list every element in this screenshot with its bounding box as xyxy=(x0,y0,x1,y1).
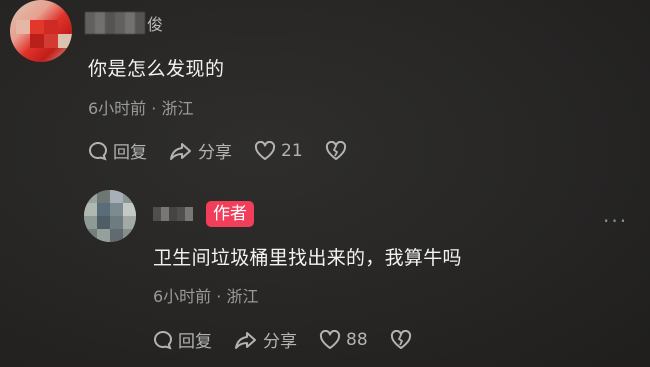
reply-actions: 回复 分享 88 xyxy=(153,327,439,352)
reply-time-location: 6小时前 · 浙江 xyxy=(153,287,259,306)
broken-heart-icon xyxy=(390,329,411,349)
like-count: 88 xyxy=(346,329,368,350)
reply-button[interactable]: 回复 xyxy=(88,138,147,163)
dislike-button[interactable] xyxy=(325,140,352,161)
reply-label: 回复 xyxy=(113,143,147,163)
comment-text: 你是怎么发现的 xyxy=(88,58,225,80)
commenter-name-blurred xyxy=(85,12,145,34)
heart-icon xyxy=(319,329,341,349)
like-button[interactable]: 88 xyxy=(319,329,368,350)
reply-label: 回复 xyxy=(178,332,212,352)
commenter-avatar[interactable] xyxy=(10,0,72,62)
comment-bubble-icon xyxy=(89,141,108,161)
author-name-blurred xyxy=(153,207,193,221)
share-button[interactable]: 分享 xyxy=(169,138,232,163)
share-button[interactable]: 分享 xyxy=(234,327,297,352)
reply-text: 卫生间垃圾桶里找出来的，我算牛吗 xyxy=(153,247,462,269)
share-label: 分享 xyxy=(263,332,297,352)
comment-bubble-icon xyxy=(154,330,173,350)
more-dots-icon[interactable]: ··· xyxy=(603,209,628,233)
heart-icon xyxy=(254,140,276,160)
like-count: 21 xyxy=(281,140,303,161)
commenter-name[interactable]: 俊 xyxy=(147,11,163,35)
dislike-button[interactable] xyxy=(390,329,417,350)
share-arrow-icon xyxy=(235,331,256,349)
broken-heart-icon xyxy=(325,140,346,160)
reply-button[interactable]: 回复 xyxy=(153,327,212,352)
like-button[interactable]: 21 xyxy=(254,140,303,161)
comment-actions: 回复 分享 21 xyxy=(88,138,374,163)
share-arrow-icon xyxy=(170,142,191,160)
author-badge: 作者 xyxy=(206,201,254,227)
share-label: 分享 xyxy=(198,143,232,163)
author-avatar[interactable] xyxy=(84,190,136,242)
comment-time-location: 6小时前 · 浙江 xyxy=(88,99,194,118)
